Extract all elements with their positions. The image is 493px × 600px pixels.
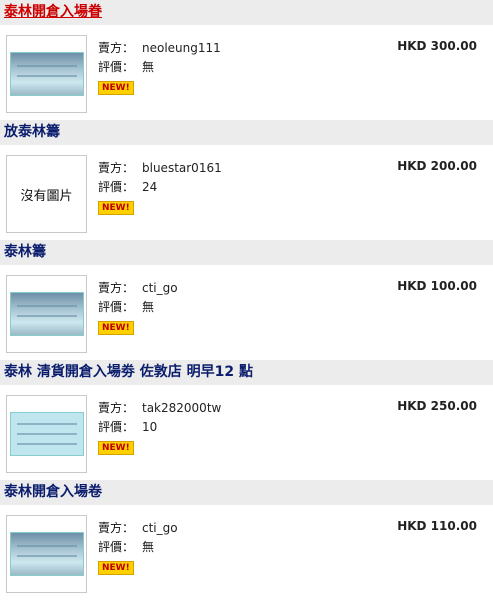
rating-value: 無 bbox=[142, 60, 155, 74]
listing-title-link[interactable]: 泰林 清貨開倉入場劵 佐敦店 明早12 點 bbox=[0, 360, 493, 385]
new-badge: NEW! bbox=[98, 561, 134, 575]
listing-thumbnail[interactable]: 沒有圖片 bbox=[6, 155, 87, 233]
listing-title-link[interactable]: 泰林籌 bbox=[0, 240, 493, 265]
rating-value: 無 bbox=[142, 300, 155, 314]
seller-name-link[interactable]: neoleung111 bbox=[142, 41, 221, 55]
listing-thumbnail[interactable] bbox=[6, 515, 87, 593]
listing-meta: 賣方： tak282000tw 評價： 10 NEW! bbox=[98, 399, 221, 456]
ticket-image bbox=[10, 532, 84, 576]
rating-value: 10 bbox=[142, 420, 158, 434]
listing-list: 泰林開倉入場眷 賣方： neoleung111 評價： 無 NEW! HKD 300… bbox=[0, 0, 493, 600]
rating-value: 24 bbox=[142, 180, 158, 194]
rating-label: 評價： bbox=[98, 60, 135, 74]
listing-thumbnail[interactable] bbox=[6, 275, 87, 353]
listing-meta: 賣方： neoleung111 評價： 無 NEW! bbox=[98, 39, 221, 96]
listing-price: HKD 300.00 bbox=[397, 39, 477, 53]
seller-name-link[interactable]: tak282000tw bbox=[142, 401, 221, 415]
listing-meta: 賣方： bluestar0161 評價： 24 NEW! bbox=[98, 159, 222, 216]
ticket-image bbox=[10, 52, 84, 96]
listing-price: HKD 110.00 bbox=[397, 519, 477, 533]
seller-label: 賣方： bbox=[98, 521, 135, 535]
seller-name-link[interactable]: bluestar0161 bbox=[142, 161, 222, 175]
rating-label: 評價： bbox=[98, 180, 135, 194]
new-badge: NEW! bbox=[98, 321, 134, 335]
listing-thumbnail[interactable] bbox=[6, 395, 87, 473]
listing-meta: 賣方： cti_go 評價： 無 NEW! bbox=[98, 519, 178, 576]
ticket-image bbox=[10, 292, 84, 336]
rating-label: 評價： bbox=[98, 540, 135, 554]
listing-price: HKD 100.00 bbox=[397, 279, 477, 293]
seller-label: 賣方： bbox=[98, 41, 135, 55]
new-badge: NEW! bbox=[98, 441, 134, 455]
listing-title-link[interactable]: 泰林開倉入場眷 bbox=[0, 0, 493, 25]
seller-label: 賣方： bbox=[98, 161, 135, 175]
listing-title-link[interactable]: 放泰林籌 bbox=[0, 120, 493, 145]
ticket-image bbox=[10, 412, 84, 456]
rating-value: 無 bbox=[142, 540, 155, 554]
rating-label: 評價： bbox=[98, 300, 135, 314]
seller-label: 賣方： bbox=[98, 401, 135, 415]
new-badge: NEW! bbox=[98, 201, 134, 215]
rating-label: 評價： bbox=[98, 420, 135, 434]
listing-thumbnail[interactable] bbox=[6, 35, 87, 113]
listing-meta: 賣方： cti_go 評價： 無 NEW! bbox=[98, 279, 178, 336]
seller-label: 賣方： bbox=[98, 281, 135, 295]
listing-item: 泰林開倉入場眷 賣方： neoleung111 評價： 無 NEW! HKD 300… bbox=[0, 0, 493, 120]
no-image-placeholder: 沒有圖片 bbox=[20, 188, 73, 204]
listing-item: 泰林 清貨開倉入場劵 佐敦店 明早12 點 賣方： tak282000tw 評價：… bbox=[0, 360, 493, 480]
listing-price: HKD 200.00 bbox=[397, 159, 477, 173]
listing-item: 放泰林籌 沒有圖片 賣方： bluestar0161 評價： 24 NEW! HKD… bbox=[0, 120, 493, 240]
new-badge: NEW! bbox=[98, 81, 134, 95]
seller-name-link[interactable]: cti_go bbox=[142, 281, 178, 295]
listing-item: 泰林籌 賣方： cti_go 評價： 無 NEW! HKD 100.00 bbox=[0, 240, 493, 360]
listing-item: 泰林開倉入場卷 賣方： cti_go 評價： 無 NEW! HKD 110.00 bbox=[0, 480, 493, 600]
listing-price: HKD 250.00 bbox=[397, 399, 477, 413]
seller-name-link[interactable]: cti_go bbox=[142, 521, 178, 535]
listing-title-link[interactable]: 泰林開倉入場卷 bbox=[0, 480, 493, 505]
